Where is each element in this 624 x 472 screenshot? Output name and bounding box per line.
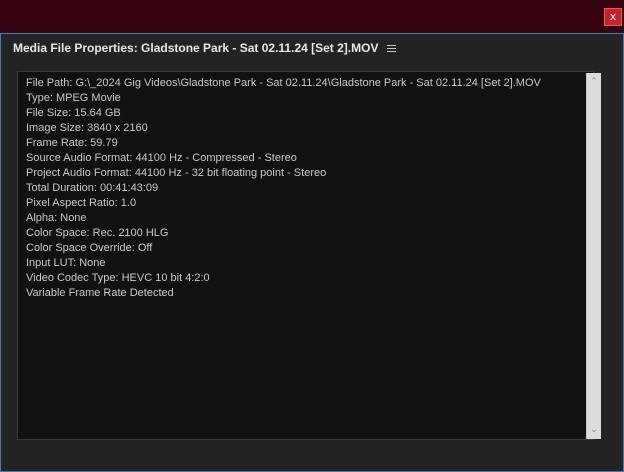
close-button[interactable]: x: [604, 8, 622, 26]
property-variable-frame-rate: Variable Frame Rate Detected: [26, 287, 174, 299]
window-titlebar: x: [0, 0, 624, 33]
property-project-audio-format: Project Audio Format: 44100 Hz - 32 bit …: [26, 167, 327, 179]
close-icon: x: [609, 10, 617, 23]
property-color-space-override: Color Space Override: Off: [26, 242, 153, 254]
property-alpha: Alpha: None: [26, 212, 87, 224]
property-type: Type: MPEG Movie: [26, 92, 121, 104]
property-frame-rate: Frame Rate: 59.79: [26, 137, 118, 149]
property-color-space: Color Space: Rec. 2100 HLG: [26, 227, 169, 239]
panel-title: Media File Properties: Gladstone Park - …: [13, 41, 379, 55]
property-file-size: File Size: 15.64 GB: [26, 107, 121, 119]
property-image-size: Image Size: 3840 x 2160: [26, 122, 148, 134]
properties-text-area[interactable]: File Path: G:\_2024 Gig Videos\Gladstone…: [17, 71, 601, 440]
properties-list: File Path: G:\_2024 Gig Videos\Gladstone…: [26, 76, 541, 301]
property-file-path: File Path: G:\_2024 Gig Videos\Gladstone…: [26, 77, 541, 89]
property-total-duration: Total Duration: 00:41:43:09: [26, 182, 159, 194]
chevron-up-icon[interactable]: ⌃: [587, 75, 601, 89]
property-pixel-aspect-ratio: Pixel Aspect Ratio: 1.0: [26, 197, 137, 209]
property-video-codec-type: Video Codec Type: HEVC 10 bit 4:2:0: [26, 272, 210, 284]
property-source-audio-format: Source Audio Format: 44100 Hz - Compress…: [26, 152, 297, 164]
vertical-scrollbar[interactable]: ⌃ ⌄: [586, 73, 601, 439]
panel-header: Media File Properties: Gladstone Park - …: [13, 38, 397, 58]
property-input-lut: Input LUT: None: [26, 257, 106, 269]
chevron-down-icon[interactable]: ⌄: [587, 423, 601, 437]
hamburger-menu-icon[interactable]: [387, 44, 397, 52]
media-file-properties-panel: Media File Properties: Gladstone Park - …: [0, 33, 624, 472]
